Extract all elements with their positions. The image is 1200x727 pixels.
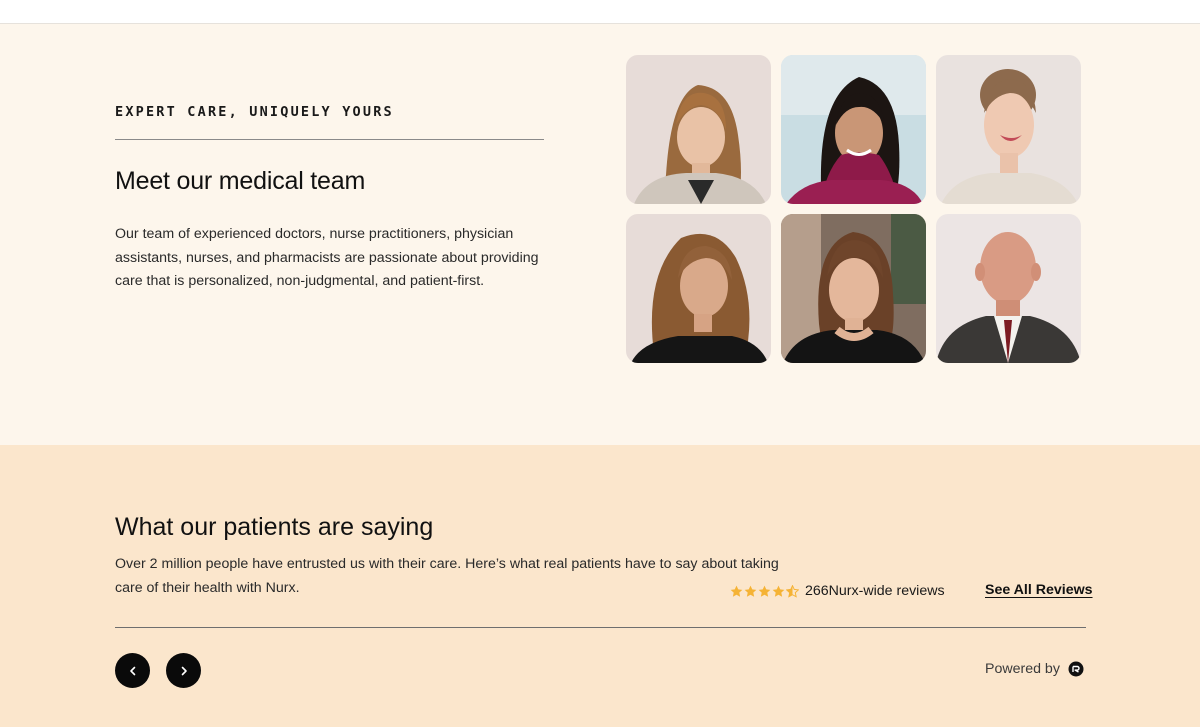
team-member-photo xyxy=(936,214,1081,363)
team-member-photo xyxy=(626,55,771,204)
star-icon xyxy=(758,585,771,597)
half-star-icon xyxy=(786,584,799,598)
reviews-title: What our patients are saying xyxy=(115,513,434,541)
section-eyebrow: EXPERT CARE, UNIQUELY YOURS xyxy=(115,104,394,120)
top-bar xyxy=(0,0,1200,24)
reviews-provider-logo-icon[interactable] xyxy=(1068,661,1084,677)
star-rating xyxy=(730,584,799,598)
previous-review-button[interactable] xyxy=(115,653,150,688)
see-all-reviews-link[interactable]: See All Reviews xyxy=(985,582,1093,598)
powered-by-label: Powered by xyxy=(985,661,1060,677)
team-title: Meet our medical team xyxy=(115,167,366,195)
star-icon xyxy=(744,585,757,597)
medical-team-section: EXPERT CARE, UNIQUELY YOURS Meet our med… xyxy=(0,24,1200,445)
chevron-left-icon xyxy=(129,666,135,675)
chevron-right-icon xyxy=(181,666,187,675)
next-review-button[interactable] xyxy=(166,653,201,688)
star-icon xyxy=(730,585,743,597)
star-icon xyxy=(772,585,785,597)
divider xyxy=(115,139,544,140)
reviews-description: Over 2 million people have entrusted us … xyxy=(115,556,779,596)
team-description: Our team of experienced doctors, nurse p… xyxy=(115,226,539,290)
team-member-photo xyxy=(781,214,926,363)
powered-by: Powered by xyxy=(985,661,1084,677)
team-member-photo xyxy=(626,214,771,363)
divider xyxy=(115,627,1086,628)
rating-summary: 266Nurx-wide reviews xyxy=(730,583,945,599)
reviews-section: What our patients are saying Over 2 mill… xyxy=(0,445,1200,727)
team-member-photo xyxy=(781,55,926,204)
team-member-photo xyxy=(936,55,1081,204)
review-count: 266Nurx-wide reviews xyxy=(805,583,945,599)
team-photo-grid xyxy=(626,55,1081,363)
